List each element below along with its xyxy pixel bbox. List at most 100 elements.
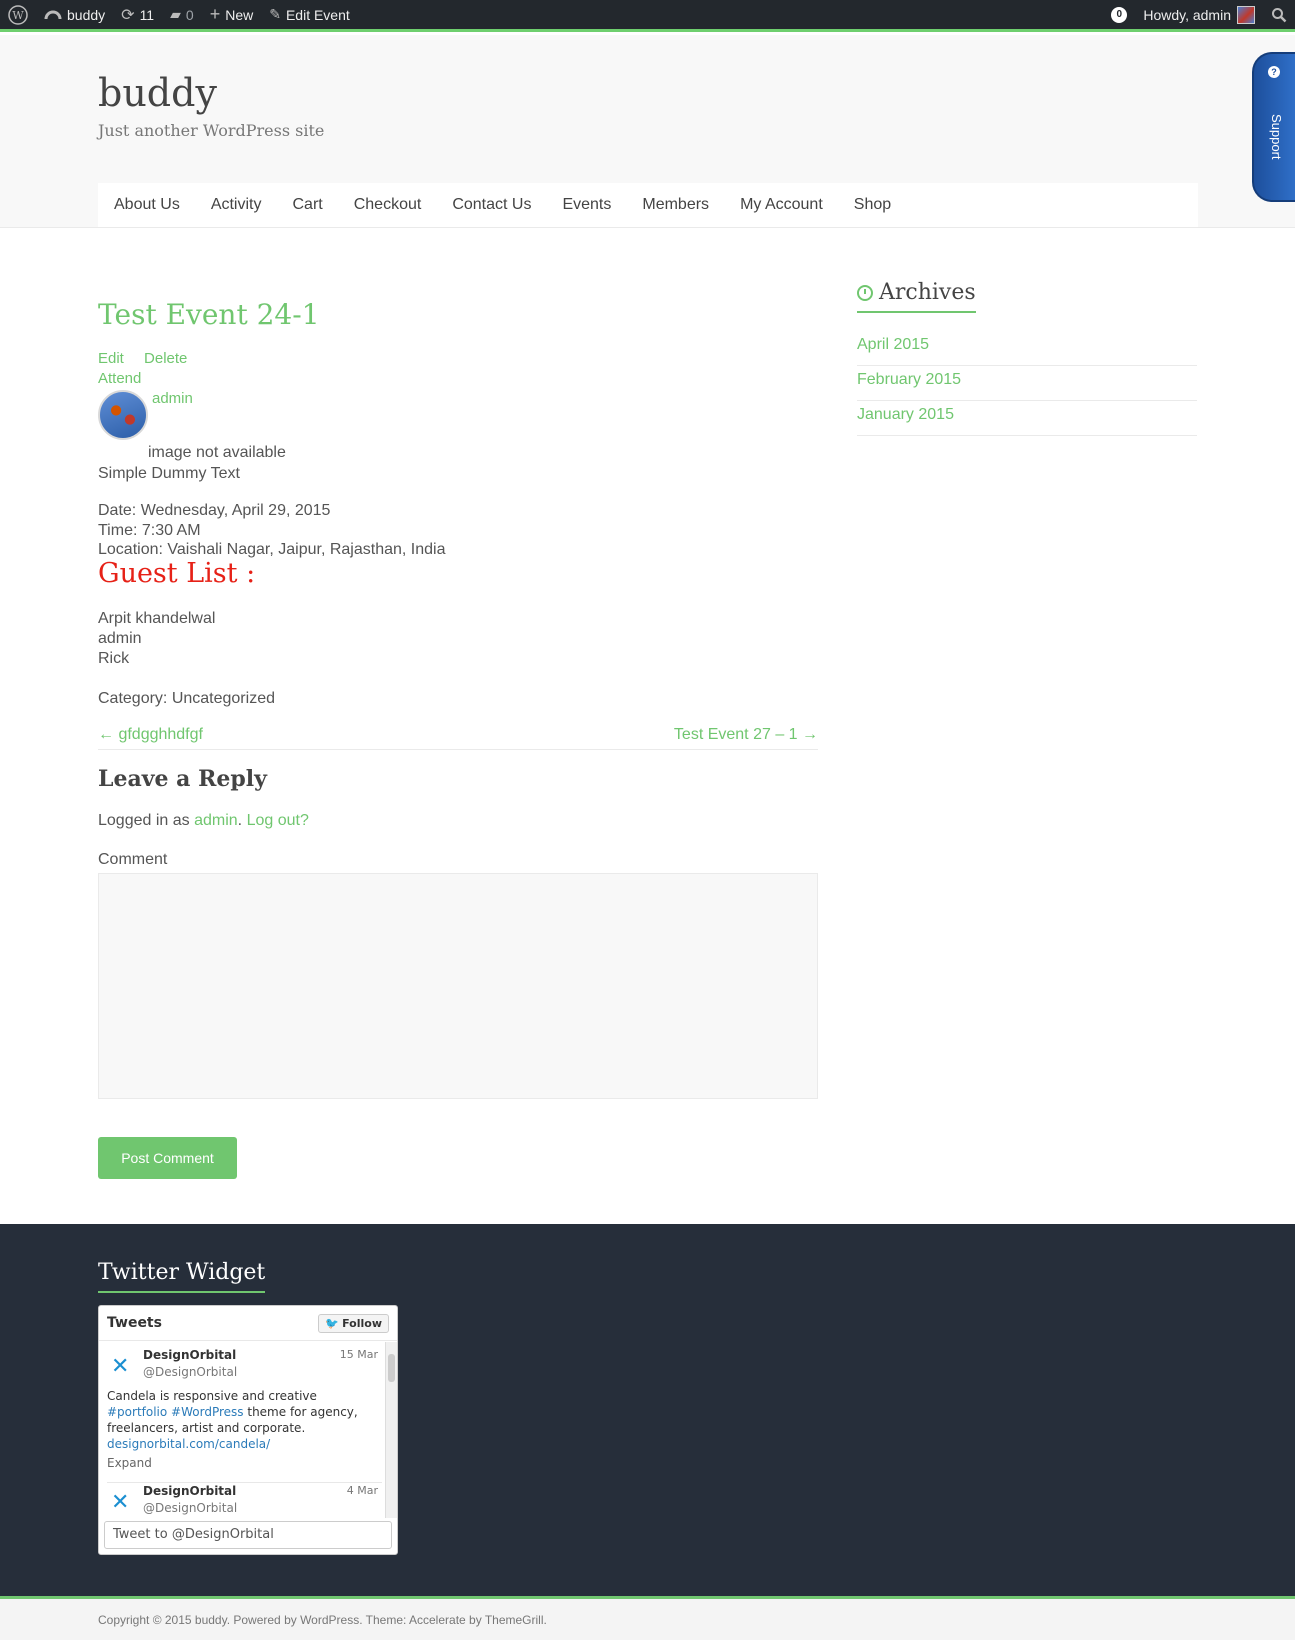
site-info: Copyright © 2015 buddy. Powered by WordP…: [0, 1596, 1295, 1640]
site-description: Just another WordPress site: [98, 121, 325, 140]
attend-button[interactable]: Attend: [98, 370, 141, 387]
admin-bar: W buddy ⟳ 11 ▰ 0 + New ✎ Edit Event 0 Ho…: [0, 0, 1295, 32]
guest-item: admin: [98, 630, 142, 647]
archive-link-february-2015[interactable]: February 2015: [857, 366, 1197, 401]
tweet-date[interactable]: 15 Mar: [340, 1348, 378, 1361]
twitter-timeline: Tweets 🐦 Follow ✕ DesignOrbital @DesignOr…: [98, 1305, 398, 1555]
tweet-text-line: freelancers, artist and corporate.: [107, 1421, 306, 1435]
tweet-hashtags[interactable]: #portfolio #WordPress: [107, 1405, 244, 1419]
guest-list-title: Guest List :: [98, 558, 256, 589]
support-tab[interactable]: ? Support: [1252, 52, 1295, 202]
site-title[interactable]: buddy: [98, 71, 217, 115]
notifications-menu[interactable]: 0: [1103, 0, 1135, 31]
comments-menu[interactable]: ▰ 0: [162, 0, 202, 31]
logged-in-as: Logged in as admin. Log out?: [98, 812, 309, 829]
scrollbar-thumb[interactable]: [388, 1354, 395, 1382]
tweet-author-name[interactable]: DesignOrbital: [143, 1484, 236, 1498]
updates-count: 11: [139, 6, 155, 23]
admin-avatar: [1237, 5, 1255, 24]
comments-count: 0: [185, 6, 194, 23]
nav-item-checkout[interactable]: Checkout: [354, 196, 422, 214]
archives-widget-title: Archives: [857, 280, 976, 313]
event-date: Date: Wednesday, April 29, 2015: [98, 502, 331, 519]
post-navigation: ← gfdgghhdfgf Test Event 27 – 1 →: [98, 726, 818, 750]
logged-in-prefix: Logged in as: [98, 812, 190, 829]
tweets-label: Tweets: [107, 1315, 162, 1331]
support-label: Support: [1269, 114, 1284, 160]
wordpress-logo-icon[interactable]: W: [0, 0, 36, 31]
image-not-available-text: image not available: [148, 444, 286, 461]
nav-item-members[interactable]: Members: [642, 196, 709, 214]
comment-label: Comment: [98, 851, 168, 868]
my-account-menu[interactable]: Howdy, admin: [1135, 0, 1263, 31]
twitter-widget-title: Twitter Widget: [98, 1260, 266, 1293]
next-post-link[interactable]: Test Event 27 – 1 →: [674, 726, 818, 744]
new-content-menu[interactable]: + New: [202, 0, 262, 31]
follow-label: Follow: [342, 1316, 382, 1330]
comment-textarea[interactable]: [98, 873, 818, 1099]
author-avatar: [98, 390, 148, 440]
svg-text:W: W: [12, 9, 24, 22]
tweet: ✕ DesignOrbital @DesignOrbital 4 Mar: [107, 1484, 382, 1518]
copyright-text: Copyright © 2015 buddy. Powered by WordP…: [98, 1613, 547, 1627]
tweet: ✕ DesignOrbital @DesignOrbital 15 Mar Ca…: [107, 1348, 382, 1483]
updates-menu[interactable]: ⟳ 11: [113, 0, 162, 31]
event-actions: Edit Delete: [98, 350, 203, 367]
designorbital-logo-icon: ✕: [111, 1490, 130, 1515]
tweet-date[interactable]: 4 Mar: [347, 1484, 378, 1497]
event-description: Simple Dummy Text: [98, 465, 240, 482]
event-location: Location: Vaishali Nagar, Jaipur, Rajast…: [98, 541, 446, 558]
archive-link-january-2015[interactable]: January 2015: [857, 401, 1197, 436]
new-label: New: [225, 6, 254, 23]
tweet-link[interactable]: designorbital.com/candela/: [107, 1437, 270, 1451]
dashboard-icon: [44, 10, 62, 19]
tweet-text-line: theme for agency,: [247, 1405, 358, 1419]
tweet-text-line: Candela is responsive and creative: [107, 1389, 317, 1403]
previous-post-link[interactable]: ← gfdgghhdfgf: [98, 726, 203, 744]
clock-icon: [857, 284, 873, 301]
post-comment-button[interactable]: Post Comment: [98, 1137, 237, 1179]
logged-in-user-link[interactable]: admin: [194, 812, 238, 829]
archive-link-april-2015[interactable]: April 2015: [857, 331, 1197, 366]
comment-bubble-icon: ▰: [170, 6, 181, 22]
nav-item-contact-us[interactable]: Contact Us: [452, 196, 531, 214]
guest-item: Rick: [98, 650, 130, 667]
logout-link[interactable]: Log out?: [247, 812, 309, 829]
event-time: Time: 7:30 AM: [98, 522, 201, 539]
designorbital-logo-icon: ✕: [111, 1354, 130, 1379]
nav-item-events[interactable]: Events: [562, 196, 611, 214]
site-header: buddy Just another WordPress site About …: [0, 35, 1295, 228]
tweet-to-label: Tweet to @DesignOrbital: [113, 1527, 274, 1542]
pencil-icon: ✎: [269, 6, 281, 22]
main-navigation: About Us Activity Cart Checkout Contact …: [98, 183, 1198, 227]
twitter-scrollbar[interactable]: [385, 1342, 397, 1518]
nav-item-activity[interactable]: Activity: [211, 196, 262, 214]
tweet-expand-link[interactable]: Expand: [107, 1456, 152, 1470]
nav-item-cart[interactable]: Cart: [292, 196, 322, 214]
archives-title-label: Archives: [879, 280, 976, 305]
site-name-menu[interactable]: buddy: [36, 0, 113, 31]
nav-item-shop[interactable]: Shop: [854, 196, 891, 214]
reply-title: Leave a Reply: [98, 766, 267, 792]
tweet-author-handle[interactable]: @DesignOrbital: [143, 1365, 237, 1379]
twitter-follow-button[interactable]: 🐦 Follow: [318, 1313, 389, 1333]
tweet-author-name[interactable]: DesignOrbital: [143, 1348, 236, 1362]
admin-search-button[interactable]: [1263, 0, 1295, 31]
notification-badge: 0: [1111, 6, 1128, 23]
edit-event-button[interactable]: Edit: [98, 350, 124, 367]
edit-event-label: Edit Event: [285, 6, 350, 23]
tweet-text: Candela is responsive and creative #port…: [107, 1388, 367, 1474]
nav-item-my-account[interactable]: My Account: [740, 196, 823, 214]
tweet-author-handle[interactable]: @DesignOrbital: [143, 1501, 237, 1515]
updates-icon: ⟳: [121, 6, 135, 24]
edit-event-link[interactable]: ✎ Edit Event: [261, 0, 358, 31]
twitter-bird-icon: 🐦: [325, 1316, 340, 1330]
guest-item: Arpit khandelwal: [98, 610, 216, 627]
delete-event-button[interactable]: Delete: [144, 350, 187, 367]
search-icon: [1272, 7, 1287, 22]
event-title: Test Event 24-1: [98, 298, 320, 331]
author-link[interactable]: admin: [152, 390, 193, 407]
nav-item-about-us[interactable]: About Us: [114, 196, 180, 214]
event-category: Category: Uncategorized: [98, 690, 275, 707]
tweet-to-input[interactable]: Tweet to @DesignOrbital: [104, 1521, 392, 1549]
